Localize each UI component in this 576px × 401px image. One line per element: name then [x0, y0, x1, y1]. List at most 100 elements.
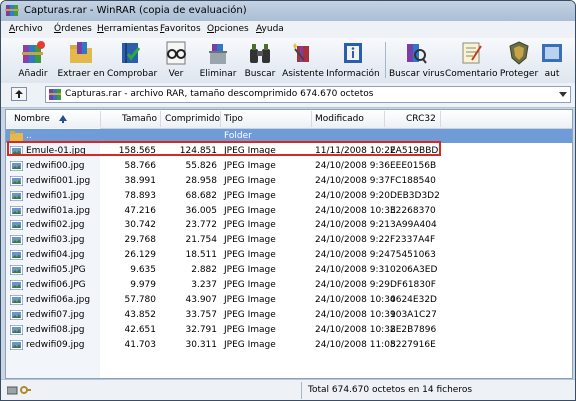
view-button[interactable]: Ver [157, 39, 195, 82]
title-bar[interactable]: Capturas.rar - WinRAR (copia de evaluaci… [1, 1, 575, 21]
file-name: redwifi09.jpg [26, 339, 85, 350]
menu-bar: Archivo Órdenes Herramientas Favoritos O… [1, 21, 575, 38]
file-crc: 3A99A404 [390, 220, 437, 231]
table-row[interactable]: redwifi06a.jpg 57.780 43.907 JPEG Image 24/1… [6, 293, 572, 307]
file-size: 57.780 [124, 294, 157, 305]
file-size: 43.852 [124, 309, 157, 320]
image-file-icon [10, 324, 23, 335]
file-type: JPEG Image [224, 175, 276, 186]
table-row[interactable]: redwifi03.jpg 29.768 21.754 JPEG Image 24/10… [6, 233, 572, 247]
toolbar: Añadir Extraer en Comprobar Ver Eliminar… [1, 38, 575, 84]
table-row[interactable]: redwifi08.jpg 42.651 32.791 JPEG Image 24/10… [6, 323, 572, 337]
file-modified: 24/10/2008 9:31 [315, 265, 390, 276]
archive-path-field[interactable]: Capturas.rar - archivo RAR, tamaño desco… [45, 86, 571, 103]
table-row[interactable]: redwifi05.JPG 9.635 2.882 JPEG Image 24/10/2… [6, 263, 572, 277]
file-packed-size: 43.907 [185, 294, 218, 305]
file-name: redwifi08.jpg [26, 324, 85, 335]
menu-herramientas[interactable]: Herramientas [97, 24, 158, 34]
file-size: 9.635 [130, 265, 156, 276]
delete-trash-icon [209, 44, 227, 64]
chevron-down-icon[interactable] [559, 92, 567, 97]
drive-key-icons [7, 386, 31, 395]
image-file-icon [10, 205, 23, 216]
file-modified: 24/10/2008 9:22 [315, 235, 390, 246]
file-modified: 24/10/2008 9:24 [315, 250, 390, 261]
file-size: 30.742 [124, 220, 157, 231]
file-name: redwifi06.JPG [26, 280, 86, 290]
view-glasses-icon [166, 41, 186, 65]
protect-shield-icon [509, 41, 529, 65]
file-name: redwifi06a.jpg [26, 294, 91, 305]
image-file-icon [10, 339, 23, 350]
menu-archivo[interactable]: Archivo [9, 24, 43, 34]
table-row[interactable]: redwifi00.jpg 58.766 55.826 JPEG Image 24/10… [6, 159, 572, 173]
file-modified: 24/10/2008 9:20 [315, 190, 390, 201]
file-size: 29.768 [124, 235, 157, 246]
comment-button[interactable]: Comentario [445, 39, 498, 82]
file-crc: 8227916E [390, 339, 436, 350]
column-size-header[interactable]: Tamaño [122, 114, 157, 124]
winrar-app-icon[interactable] [5, 4, 19, 17]
add-books-icon [22, 41, 45, 63]
file-type: JPEG Image [224, 250, 276, 261]
delete-button[interactable]: Eliminar [197, 39, 239, 82]
file-name: redwifi01.jpg [26, 190, 85, 201]
column-modified-header[interactable]: Modificado [315, 114, 364, 124]
file-name: redwifi01a.jpg [26, 205, 91, 216]
file-size: 78.893 [124, 190, 157, 201]
up-folder-button[interactable] [11, 87, 27, 101]
file-modified: 24/10/2008 11:05 [315, 339, 396, 350]
file-modified: 24/10/2008 10:31 [315, 309, 396, 320]
file-packed-size: 21.754 [185, 235, 218, 246]
column-divider [160, 111, 161, 127]
table-row[interactable]: redwifi07.jpg 43.852 33.757 JPEG Image 24/10… [6, 308, 572, 322]
column-crc-header[interactable]: CRC32 [406, 114, 436, 124]
column-name-header[interactable]: Nombre [14, 114, 50, 124]
sfx-button[interactable]: aut [541, 39, 563, 82]
table-row[interactable]: redwifi01a.jpg 47.216 36.005 JPEG Image 24/1… [6, 204, 572, 218]
test-button[interactable]: Comprobar [107, 39, 157, 82]
file-packed-size: 18.511 [185, 250, 218, 261]
image-file-icon [10, 309, 23, 320]
file-crc: 8E2B7896 [390, 324, 437, 335]
file-name: redwifi07.jpg [26, 309, 85, 320]
file-type: JPEG Image [224, 220, 276, 231]
column-type-header[interactable]: Tipo [224, 114, 243, 124]
menu-ordenes[interactable]: Órdenes [54, 24, 92, 34]
image-file-icon [10, 294, 23, 305]
column-packed-header[interactable]: Comprimido [165, 114, 220, 124]
info-button[interactable]: Información [325, 39, 381, 82]
table-row[interactable]: redwifi09.jpg 41.703 30.311 JPEG Image 24/10… [6, 338, 572, 352]
column-divider [100, 111, 101, 127]
table-row[interactable]: redwifi01.jpg 78.893 68.682 JPEG Image 24/10… [6, 189, 572, 203]
file-packed-size: 28.958 [185, 175, 218, 186]
menu-opciones[interactable]: Opciones [207, 24, 249, 34]
file-size: 47.216 [124, 205, 157, 216]
menu-ayuda[interactable]: Ayuda [256, 24, 284, 34]
file-name: redwifi05.JPG [26, 265, 86, 276]
virus-scan-button[interactable]: Buscar virus [389, 39, 445, 82]
test-book-icon [122, 43, 141, 63]
list-header: Nombre Tamaño Comprimido Tipo Modificado… [6, 110, 572, 129]
table-row[interactable]: redwifi02.jpg 30.742 23.772 JPEG Image 24/10… [6, 218, 572, 232]
rar-archive-icon [49, 89, 61, 100]
file-modified: 24/10/2008 9:21 [315, 220, 390, 231]
protect-button[interactable]: Proteger [499, 39, 539, 82]
menu-favoritos[interactable]: Favoritos [160, 24, 201, 34]
table-row[interactable]: redwifi06.JPG 9.979 3.237 JPEG Image 24/10/2… [6, 278, 572, 292]
file-size: 41.703 [124, 339, 157, 350]
extract-button[interactable]: Extraer en [55, 39, 107, 82]
file-name: .. [26, 131, 32, 141]
file-crc: DF61830F [390, 280, 436, 290]
file-size: 58.766 [124, 160, 157, 171]
table-row[interactable]: redwifi04.jpg 26.129 18.511 JPEG Image 24/10… [6, 248, 572, 262]
file-modified: 24/10/2008 10:33 [315, 205, 396, 216]
toolbar-separator [385, 42, 386, 78]
status-total-text: Total 674.670 octetos en 14 ficheros [308, 385, 473, 395]
file-size: 26.129 [124, 250, 157, 261]
add-button[interactable]: Añadir [11, 39, 55, 82]
wizard-button[interactable]: Asistente [281, 39, 325, 82]
table-row[interactable]: redwifi001.jpg 38.991 28.958 JPEG Image 24/1… [6, 174, 572, 188]
find-button[interactable]: Buscar [241, 39, 279, 82]
file-modified: 24/10/2008 10:34 [315, 294, 396, 305]
